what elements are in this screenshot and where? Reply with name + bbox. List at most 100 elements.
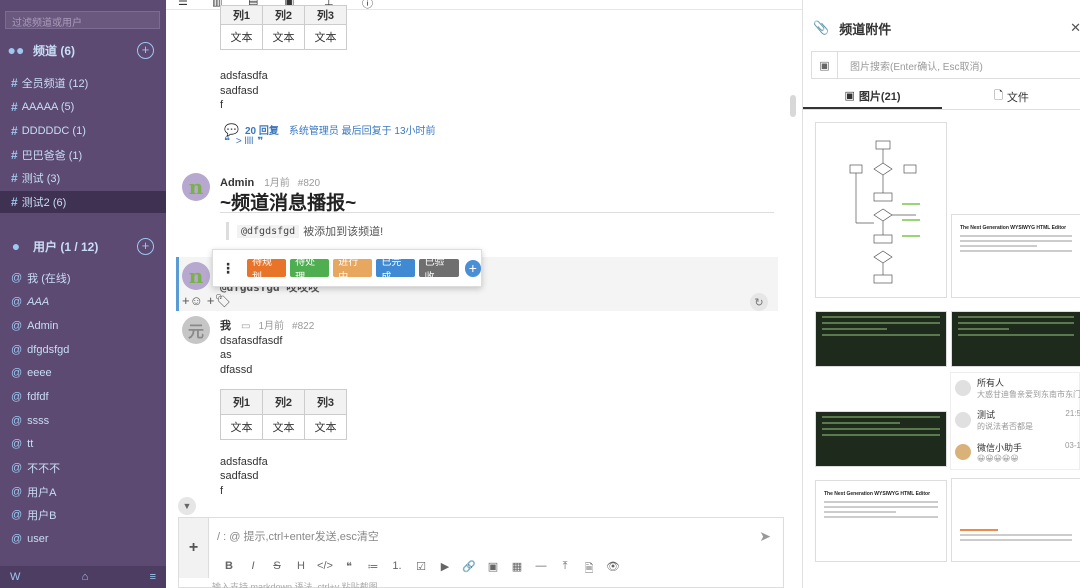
sidebar-channel-item[interactable]: # AAAAA (5) <box>0 96 166 118</box>
filter-icon[interactable]: ▼ <box>178 497 196 515</box>
tag-pending[interactable]: 待处理 <box>290 257 330 283</box>
at-icon: @ <box>11 462 23 474</box>
add-channel-button[interactable]: + <box>137 41 154 59</box>
add-tag-button[interactable]: + <box>464 259 482 277</box>
tag-done[interactable]: 已完成 <box>376 257 416 283</box>
sidebar-channel-item[interactable]: # 巴巴爸爸 (1) <box>0 144 166 166</box>
image-thumbnail-chat[interactable]: 所有人 大惑甘迪鲁亲爱到东南市东门 测试 的说法者否都是 21:5 微信小助手 😀😀😀… <box>950 372 1080 470</box>
image-button[interactable]: ▣ <box>483 560 503 579</box>
message-id[interactable]: #822 <box>292 321 314 332</box>
sidebar-user-item[interactable]: @ 用户B <box>0 504 166 526</box>
refresh-icon[interactable]: ↻ <box>750 293 768 311</box>
bullet-list-button[interactable]: ≔ <box>363 560 383 579</box>
upload-button[interactable]: ⤒ <box>555 560 575 579</box>
link-button[interactable]: 🔗 <box>459 560 479 579</box>
image-search-input[interactable]: ▣ 图片搜索(Enter确认, Esc取消) <box>811 51 1080 79</box>
message-table: 列1 列2 列3 文本 文本 文本 <box>220 389 347 440</box>
image-thumbnail-flowchart[interactable] <box>815 122 947 298</box>
sidebar-channel-item[interactable]: # DDDDDC (1) <box>0 120 166 142</box>
sidebar-user-item[interactable]: @ ssss <box>0 410 166 432</box>
image-thumbnail-terminal[interactable] <box>951 311 1080 367</box>
close-icon[interactable]: ✕ <box>1070 20 1080 36</box>
sidebar-channel-item[interactable]: # 全员频道 (12) <box>0 72 166 94</box>
file-button[interactable]: 🗎 <box>579 560 599 579</box>
bold-button[interactable]: B <box>219 560 239 579</box>
image-thumbnail-editor[interactable] <box>951 478 1080 562</box>
menu-icon[interactable]: ≡ <box>150 571 156 583</box>
tab-files[interactable]: 🗋 文件 <box>942 84 1080 109</box>
message-input[interactable]: / : @ 提示,ctrl+enter发送,esc清空 <box>217 528 379 544</box>
quote-open-icon: ❝ <box>224 136 230 147</box>
divider <box>220 212 774 213</box>
table-header-cell: 列2 <box>262 5 305 25</box>
at-icon: @ <box>11 391 23 403</box>
sidebar-channel-item[interactable]: # 测试 (3) <box>0 167 166 189</box>
quote-button[interactable]: ❝ <box>339 560 359 579</box>
ordered-list-button[interactable]: 1. <box>387 560 407 579</box>
avatar <box>955 444 971 460</box>
hr-button[interactable]: — <box>531 560 551 579</box>
tag-accepted[interactable]: 已验收 <box>419 257 459 283</box>
image-thumbnail-terminal[interactable] <box>815 411 947 467</box>
message-time: 1月前 <box>258 321 285 332</box>
table-cell: 文本 <box>262 24 305 50</box>
add-user-button[interactable]: + <box>137 237 154 255</box>
preview-button[interactable]: 👁 <box>603 560 623 579</box>
avatar[interactable]: n <box>182 262 210 290</box>
tag-in-progress[interactable]: 进行中 <box>333 257 373 283</box>
editor-toolbar: B I S H </> ❝ ≔ 1. ☑ ▶ 🔗 ▣ ▦ — ⤒ 🗎 👁 <box>219 560 627 579</box>
more-icon[interactable]: ⋮ <box>221 260 235 277</box>
sidebar-user-item[interactable]: @ tt <box>0 433 166 455</box>
table-cell: 文本 <box>304 24 347 50</box>
message-line: as <box>220 349 232 361</box>
code-button[interactable]: </> <box>315 560 335 579</box>
channel-filter-input[interactable]: 过滤频道或用户 <box>5 11 160 29</box>
checklist-button[interactable]: ☑ <box>411 560 431 579</box>
hash-icon: # <box>11 100 18 114</box>
channels-header[interactable]: ●● 频道 (6) + <box>0 38 166 62</box>
add-emoji-icon[interactable]: +☺ <box>182 293 203 309</box>
sidebar-channel-item-active[interactable]: # 测试2 (6) <box>0 191 166 213</box>
avatar[interactable]: n <box>182 173 210 201</box>
sidebar-user-item[interactable]: @ 我 (在线) <box>0 267 166 289</box>
message-author[interactable]: 我 <box>220 317 231 333</box>
home-icon[interactable]: ⌂ <box>82 571 89 583</box>
w-logo-icon[interactable]: W <box>10 571 20 583</box>
menu-icon[interactable]: ☰ <box>178 0 188 8</box>
message-composer: + / : @ 提示,ctrl+enter发送,esc清空 ➤ B I S H … <box>178 517 784 588</box>
table-header-cell: 列3 <box>304 389 347 415</box>
info-icon[interactable]: ⓘ <box>362 0 373 11</box>
strike-button[interactable]: S <box>267 560 287 579</box>
add-tag-icon[interactable]: +🏷 <box>207 293 231 309</box>
play-button[interactable]: ▶ <box>435 560 455 579</box>
send-icon[interactable]: ➤ <box>759 528 771 545</box>
heading-button[interactable]: H <box>291 560 311 579</box>
avatar <box>955 380 971 396</box>
image-thumbnail-editor[interactable]: The Next Generation WYSIWYG HTML Editor <box>815 480 947 562</box>
users-header[interactable]: ● 用户 (1 / 12) + <box>0 234 166 258</box>
attach-plus-button[interactable]: + <box>179 518 209 578</box>
sidebar-user-item[interactable]: @ 不不不 <box>0 457 166 479</box>
scrollbar[interactable] <box>790 95 796 117</box>
desktop-icon: ▭ <box>241 321 251 332</box>
sidebar-user-item[interactable]: @ Admin <box>0 315 166 337</box>
avatar[interactable]: 元 <box>182 316 210 344</box>
at-icon: @ <box>11 486 23 498</box>
thread-replies-link[interactable]: 💬 20 回复 系统管理员 最后回复于 13小时前 <box>224 122 436 138</box>
italic-button[interactable]: I <box>243 560 263 579</box>
table-button[interactable]: ▦ <box>507 560 527 579</box>
sidebar-user-item[interactable]: @ fdfdf <box>0 386 166 408</box>
image-thumbnail-terminal[interactable] <box>815 311 947 367</box>
image-icon: ▣ <box>844 90 855 102</box>
sidebar-user-item[interactable]: @ eeee <box>0 362 166 384</box>
tab-images[interactable]: ▣ 图片(21) <box>803 84 942 109</box>
message-line: f <box>220 485 224 497</box>
table-header-cell: 列1 <box>220 389 263 415</box>
image-thumbnail-editor[interactable]: The Next Generation WYSIWYG HTML Editor <box>951 214 1080 298</box>
sidebar-user-item[interactable]: @ 用户A <box>0 481 166 503</box>
thumbnail-title: The Next Generation WYSIWYG HTML Editor <box>824 491 931 497</box>
sidebar-user-item[interactable]: @ dfgdsfgd <box>0 339 166 361</box>
tag-planned[interactable]: 待规划 <box>247 257 287 283</box>
sidebar-user-item[interactable]: @ AAA <box>0 291 166 313</box>
sidebar-user-item[interactable]: @ user <box>0 528 166 550</box>
